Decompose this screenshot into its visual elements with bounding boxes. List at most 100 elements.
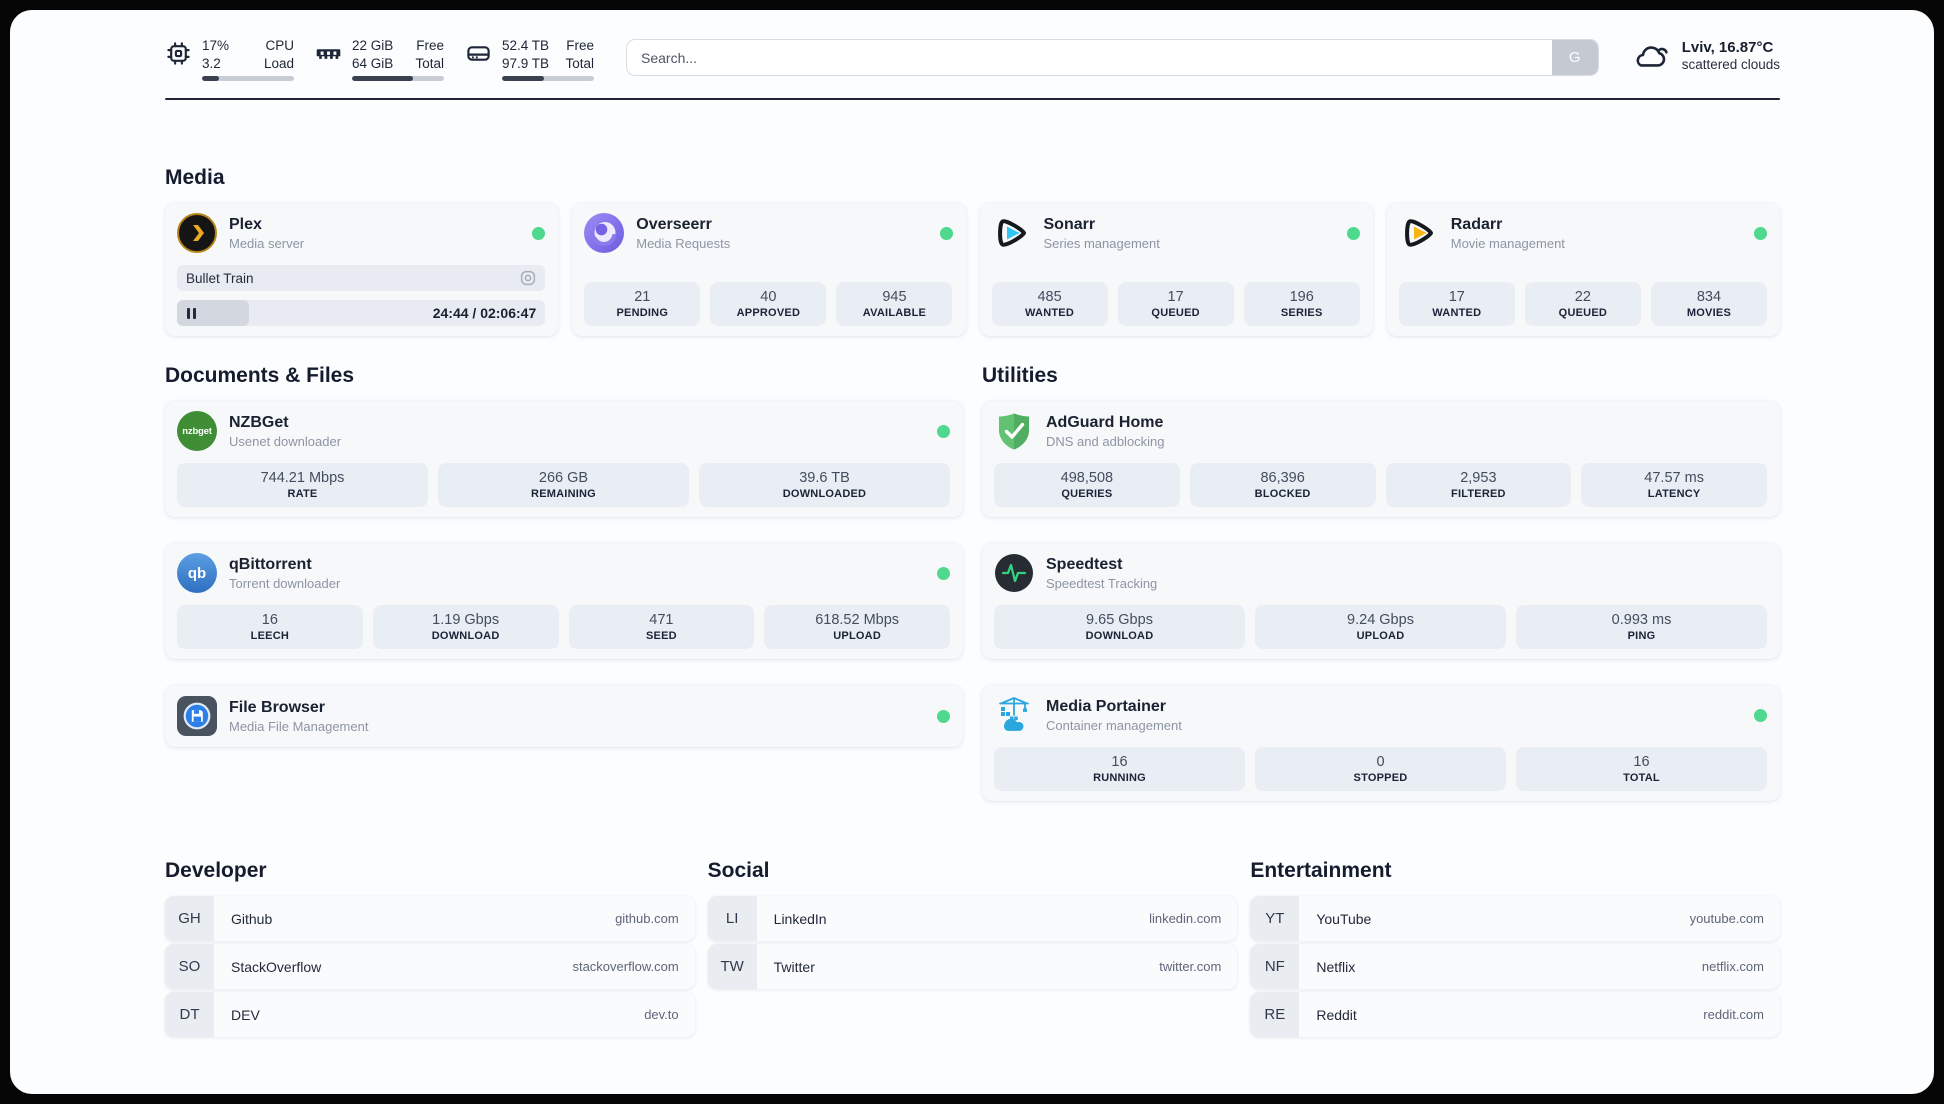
stat-remaining: 266 GB REMAINING xyxy=(438,463,689,508)
plex-now-playing-row: Bullet Train xyxy=(177,265,546,292)
adguard-icon xyxy=(999,413,1029,450)
google-search-button[interactable]: G xyxy=(1551,40,1598,75)
status-dot xyxy=(937,424,950,438)
disk-progress-track xyxy=(502,76,594,82)
entertainment-bookmarks-column: Entertainment YT YouTube youtube.com NF … xyxy=(1250,859,1780,1038)
bookmark-name: StackOverflow xyxy=(231,958,322,975)
service-card-radarr[interactable]: Radarr Movie management 17 WANTED 22 QUE… xyxy=(1386,203,1780,337)
bookmark-abbr: GH xyxy=(165,896,214,942)
disk-widget: 52.4 TB 97.9 TB Free Total xyxy=(465,37,594,82)
bookmark-reddit[interactable]: RE Reddit reddit.com xyxy=(1250,992,1780,1038)
service-name: Media Portainer xyxy=(1046,698,1167,716)
scattered-clouds-icon xyxy=(1636,46,1668,67)
service-card-filebrowser[interactable]: File Browser Media File Management xyxy=(165,685,963,748)
memory-labels: Free Total xyxy=(415,38,444,71)
bookmark-abbr: RE xyxy=(1250,992,1300,1038)
bookmark-abbr: NF xyxy=(1250,944,1300,990)
now-playing-title: Bullet Train xyxy=(186,270,254,286)
dashboard-surface: 17% 3.2 CPU Load 22 GiB 64 GiB Free Tota… xyxy=(10,10,1934,1094)
memory-ram-icon xyxy=(316,49,341,59)
utilities-column: Utilities AdGuard Home DNS and adblockin… xyxy=(982,364,1780,802)
service-description: Container management xyxy=(1046,718,1182,734)
service-description: Usenet downloader xyxy=(229,434,342,450)
memory-values: 22 GiB 64 GiB xyxy=(352,38,394,71)
service-card-qbittorrent[interactable]: qb qBittorrent Torrent downloader 16 LEE… xyxy=(165,543,963,660)
memory-progress-track xyxy=(352,76,444,82)
bookmark-domain: github.com xyxy=(615,911,679,927)
bookmark-domain: netflix.com xyxy=(1701,959,1764,975)
bookmark-netflix[interactable]: NF Netflix netflix.com xyxy=(1250,944,1780,990)
service-name: File Browser xyxy=(229,699,326,717)
service-card-sonarr[interactable]: Sonarr Series management 485 WANTED 17 Q… xyxy=(979,203,1373,337)
bookmark-abbr: DT xyxy=(165,992,214,1038)
cpu-labels: CPU Load xyxy=(263,38,294,71)
bookmark-github[interactable]: GH Github github.com xyxy=(165,896,695,942)
header-divider xyxy=(165,98,1780,101)
bookmark-domain: reddit.com xyxy=(1703,1007,1764,1023)
bookmark-linkedin[interactable]: LI LinkedIn linkedin.com xyxy=(707,896,1238,942)
social-bookmarks-column: Social LI LinkedIn linkedin.com TW Twitt… xyxy=(707,859,1238,1037)
bookmark-abbr: YT xyxy=(1250,896,1300,942)
filebrowser-icon xyxy=(177,696,217,737)
service-description: Series management xyxy=(1043,236,1160,252)
stat-rate: 744.21 Mbps RATE xyxy=(177,463,428,508)
bookmark-name: LinkedIn xyxy=(773,910,827,927)
view-session-icon xyxy=(521,270,536,286)
portainer-icon xyxy=(999,697,1029,732)
service-name: qBittorrent xyxy=(229,556,312,574)
search-bar: G xyxy=(626,39,1599,76)
documents-column: Documents & Files nzbget NZBGet Usenet d… xyxy=(165,364,963,801)
status-dot xyxy=(939,226,953,240)
bookmark-name: Twitter xyxy=(773,958,815,975)
status-dot xyxy=(1754,226,1767,240)
speedtest-icon xyxy=(995,554,1033,593)
cpu-widget: 17% 3.2 CPU Load xyxy=(165,37,294,82)
stat-approved: 40 APPROVED xyxy=(710,281,827,327)
bookmark-abbr: SO xyxy=(165,944,214,990)
stat-queries: 498,508 QUERIES xyxy=(994,463,1180,508)
weather-widget: Lviv, 16.87°C scattered clouds xyxy=(1631,38,1780,72)
cpu-values: 17% 3.2 xyxy=(202,38,230,71)
bookmark-dev[interactable]: DT DEV dev.to xyxy=(165,992,695,1038)
service-name: NZBGet xyxy=(229,414,289,431)
section-title-utilities: Utilities xyxy=(982,364,1058,388)
nzbget-icon: nzbget xyxy=(177,411,217,452)
bookmark-name: DEV xyxy=(231,1006,260,1023)
section-title-entertainment: Entertainment xyxy=(1250,859,1392,883)
service-name: Sonarr xyxy=(1043,216,1096,233)
service-name: AdGuard Home xyxy=(1046,414,1164,431)
service-card-adguard[interactable]: AdGuard Home DNS and adblocking 498,508 … xyxy=(982,401,1780,518)
service-description: Media File Management xyxy=(229,719,369,735)
service-description: Media server xyxy=(229,236,305,252)
service-description: Media Requests xyxy=(636,236,731,252)
bookmark-name: Github xyxy=(231,910,273,927)
disk-progress-fill xyxy=(502,76,545,82)
memory-progress-fill xyxy=(352,76,413,82)
overseerr-icon xyxy=(584,213,625,254)
cpu-progress-fill xyxy=(202,76,219,82)
cpu-chip-icon xyxy=(167,42,190,65)
service-card-nzbget[interactable]: nzbget NZBGet Usenet downloader 744.21 M… xyxy=(165,401,963,518)
bookmark-abbr: TW xyxy=(707,944,757,990)
service-card-portainer[interactable]: Media Portainer Container management 16 … xyxy=(982,685,1780,802)
disk-labels: Free Total xyxy=(565,38,594,71)
radarr-icon xyxy=(1404,219,1433,247)
memory-widget: 22 GiB 64 GiB Free Total xyxy=(315,37,444,82)
bookmark-domain: youtube.com xyxy=(1689,911,1764,927)
stat-total: 16 TOTAL xyxy=(1516,747,1767,792)
service-card-plex[interactable]: Plex Media server Bullet Train 24:44 / 0… xyxy=(165,203,559,337)
bookmark-stackoverflow[interactable]: SO StackOverflow stackoverflow.com xyxy=(165,944,695,990)
bookmark-youtube[interactable]: YT YouTube youtube.com xyxy=(1250,896,1780,942)
bookmark-twitter[interactable]: TW Twitter twitter.com xyxy=(707,944,1238,990)
top-bar: 17% 3.2 CPU Load 22 GiB 64 GiB Free Tota… xyxy=(165,37,1780,82)
service-card-overseerr[interactable]: Overseerr Media Requests 21 PENDING 40 A… xyxy=(572,203,966,337)
stat-blocked: 86,396 BLOCKED xyxy=(1189,463,1376,508)
plex-player-row: 24:44 / 02:06:47 xyxy=(177,300,546,327)
service-description: Movie management xyxy=(1450,236,1565,252)
section-title-social: Social xyxy=(707,859,770,883)
search-input[interactable] xyxy=(626,39,1599,76)
stat-queued: 17 QUEUED xyxy=(1117,281,1234,327)
pause-icon xyxy=(187,307,196,319)
stat-queued: 22 QUEUED xyxy=(1524,281,1641,327)
service-card-speedtest[interactable]: Speedtest Speedtest Tracking 9.65 Gbps D… xyxy=(982,543,1780,660)
